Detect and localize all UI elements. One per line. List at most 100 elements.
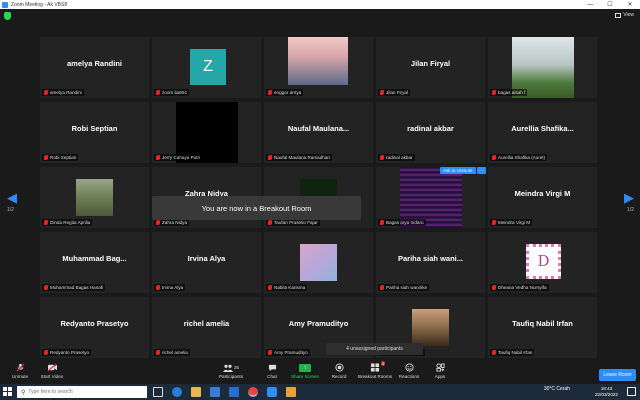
taskbar-search-input[interactable] (28, 389, 139, 395)
participant-tile[interactable]: Zzoom lia604 (152, 37, 261, 98)
participant-tile[interactable]: enggar arrtya (264, 37, 373, 98)
store-icon[interactable] (210, 387, 220, 397)
mic-muted-icon (268, 350, 272, 355)
participant-tile[interactable]: Muhammad Bag... Muhammad Bagas Hanafi (40, 232, 149, 293)
file-explorer-icon[interactable] (191, 387, 201, 397)
start-video-button[interactable]: Start Video (32, 363, 72, 379)
participant-label-text: Aurellia Shafika (Aurel) (498, 155, 545, 160)
participant-tile[interactable]: Meindra Virgi M Meindra Virgi M (488, 167, 597, 228)
taskbar-clock[interactable]: 18:43 22/03/2022 (595, 386, 618, 398)
breakout-rooms-icon: 4 (370, 361, 385, 372)
participant-video (412, 309, 449, 346)
participants-button[interactable]: 36 Participants (211, 363, 251, 379)
participant-tile[interactable]: Jerry Cahaya Putri (152, 102, 261, 163)
participant-tile[interactable]: Robi Septian Robi Septian (40, 102, 149, 163)
record-label: Record (331, 374, 347, 379)
participant-tile[interactable]: Aurellia Shafika... Aurellia Shafika (Aur… (488, 102, 597, 163)
mic-muted-icon (268, 155, 272, 160)
mic-muted-icon (156, 90, 160, 95)
participant-tile[interactable]: Naufal Maulana... Naufal Maulana Ramadhan (264, 102, 373, 163)
participant-tile[interactable]: Pariha siah wani... Pariha siah wanirike (376, 232, 485, 293)
participant-label-text: Naufal Maulana Ramadhan (274, 155, 330, 160)
task-view-icon[interactable] (153, 387, 163, 397)
participant-name-label: Amy Pramudityo (266, 349, 310, 356)
participant-label-text: Pariha siah wanirike (386, 285, 428, 290)
participant-name-label: Dinda Regita Aprilia (42, 219, 93, 226)
mic-muted-icon (492, 155, 496, 160)
view-button[interactable]: View (615, 12, 634, 18)
participant-label-text: Taufan Prasetio Fajar (274, 220, 318, 225)
participant-display-name: Irvina Alya (187, 254, 226, 263)
mail-icon[interactable] (229, 387, 239, 397)
participant-tile[interactable]: Irvina Alya Irvina Alya (152, 232, 261, 293)
weather-widget[interactable]: 30°C Cerah (544, 386, 570, 392)
participant-label-text: Redyanto Prasetyo (50, 350, 90, 355)
mic-muted-icon (44, 90, 48, 95)
security-shield-icon[interactable] (4, 12, 11, 20)
participant-label-text: Amy Pramudityo (274, 350, 308, 355)
participant-label-text: amelya Randini (50, 90, 82, 95)
participant-tile[interactable]: Nabila Karisma (264, 232, 373, 293)
apps-icon (435, 363, 445, 372)
maximize-button[interactable]: ☐ (600, 1, 620, 8)
participant-tile[interactable]: D Dheana Vedha Nursyifa (488, 232, 597, 293)
taskbar-search[interactable]: ⚲ (17, 386, 147, 398)
participant-name-label: Muhammad Bagas Hanafi (42, 284, 106, 291)
zoom-app-icon (2, 1, 8, 8)
participant-display-name: radinal akbar (407, 124, 454, 133)
participant-name-label: Jilan Firyal (378, 89, 410, 96)
chrome-icon[interactable] (248, 387, 258, 397)
apps-button[interactable]: Apps (420, 363, 460, 379)
participant-video (300, 244, 337, 281)
participant-tile[interactable]: richel amelia richel amelia (152, 297, 261, 358)
previous-page-arrow-icon[interactable]: ◀ (7, 190, 17, 206)
mic-muted-icon (268, 90, 272, 95)
mic-muted-icon (380, 220, 384, 225)
participant-label-text: Jerry Cahaya Putri (162, 155, 201, 160)
participant-tile[interactable]: bagas aisah f (488, 37, 597, 98)
mic-muted-icon (492, 285, 496, 290)
participant-display-name: Aurellia Shafika... (511, 124, 574, 133)
unassigned-participants-notice[interactable]: 4 unassigned participants (326, 343, 423, 355)
window-titlebar: Zoom Meeting - Ak VBS8 — ☐ ✕ (0, 0, 640, 9)
mic-muted-icon (16, 363, 25, 372)
participant-tile[interactable]: Taufiq Nabil Irfan Taufiq Nabil Irfan (488, 297, 597, 358)
participant-tile[interactable]: amelya Randini amelya Randini (40, 37, 149, 98)
notification-center-icon[interactable] (627, 387, 636, 396)
next-page-arrow-icon[interactable]: ▶ (624, 190, 634, 206)
ask-to-unmute-button[interactable]: Ask to Unmute (440, 167, 476, 174)
edge-browser-icon[interactable] (172, 387, 182, 397)
participant-name-label: amelya Randini (42, 89, 84, 96)
meeting-toolbar: Unmute Start Video 36 Participants Chat … (0, 361, 640, 383)
participant-tile[interactable]: Jilan Firyal Jilan Firyal (376, 37, 485, 98)
mic-muted-icon (44, 285, 48, 290)
participant-tile[interactable]: Dinda Regita Aprilia (40, 167, 149, 228)
share-screen-label: Share Screen (290, 374, 320, 379)
participant-tile[interactable]: Bagas arya Indaru (376, 167, 485, 228)
more-options-button[interactable]: ··· (477, 167, 486, 174)
participant-name-label: zoom lia604 (154, 89, 189, 96)
minimize-button[interactable]: — (580, 2, 600, 8)
start-video-label: Start Video (40, 374, 64, 379)
close-button[interactable]: ✕ (620, 1, 640, 8)
leave-room-button[interactable]: Leave Room (599, 369, 636, 381)
record-button[interactable]: Record (319, 363, 359, 379)
clock-date: 22/03/2022 (595, 392, 618, 397)
video-off-icon (47, 363, 58, 372)
participant-label-text: Irvina Alya (162, 285, 184, 290)
breakout-room-notice: You are now in a Breakout Room (152, 196, 361, 220)
mic-muted-icon (492, 90, 496, 95)
windows-start-icon[interactable] (3, 387, 13, 397)
participant-display-name: Meindra Virgi M (514, 189, 571, 198)
participant-tile[interactable]: radinal akbar radinal akbar (376, 102, 485, 163)
participant-tile[interactable]: Redyanto Prasetyo Redyanto Prasetyo (40, 297, 149, 358)
participant-label-text: radinal akbar (386, 155, 413, 160)
mic-muted-icon (380, 285, 384, 290)
zoom-taskbar-icon[interactable] (267, 387, 277, 397)
left-page-indicator: 1/2 (7, 207, 14, 213)
unmute-label: Unmute (11, 374, 29, 379)
participant-display-name: Redyanto Prasetyo (60, 319, 129, 328)
participant-name-label: Taufiq Nabil Irfan (490, 349, 535, 356)
participants-icon: 36 (222, 363, 239, 372)
app-icon[interactable] (286, 387, 296, 397)
